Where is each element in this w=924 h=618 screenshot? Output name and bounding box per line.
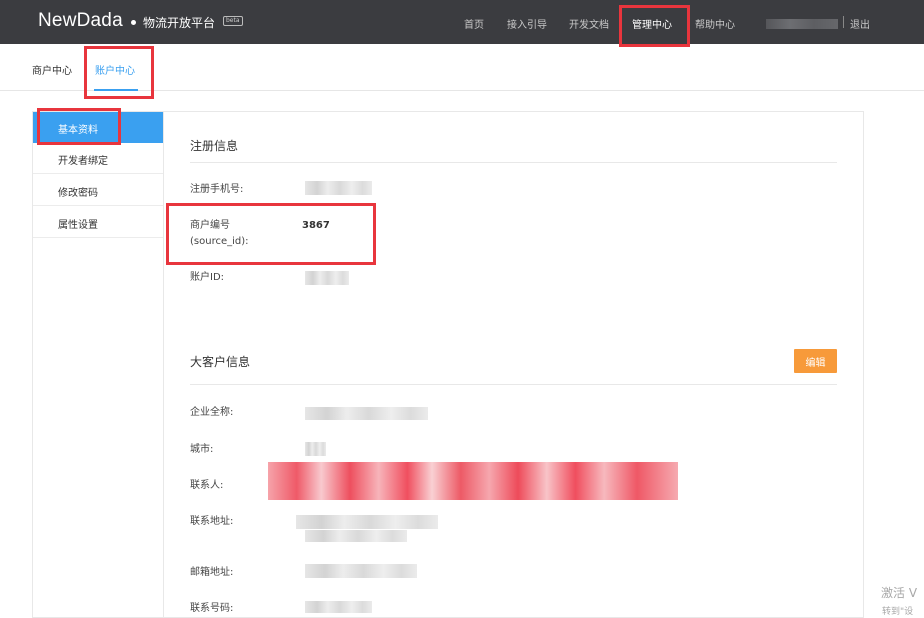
sidebar-item-change-password[interactable]: 修改密码 bbox=[33, 175, 163, 206]
logo-dot bbox=[131, 20, 136, 25]
contact-address-label: 联系地址: bbox=[190, 516, 234, 527]
registered-phone-value-blurred bbox=[305, 181, 372, 195]
beta-badge: beta bbox=[223, 16, 243, 26]
nav-dev-docs[interactable]: 开发文档 bbox=[569, 16, 609, 31]
newdada-logo[interactable]: NewDada bbox=[38, 10, 123, 32]
edit-button[interactable]: 编辑 bbox=[794, 349, 837, 373]
user-name-blurred[interactable] bbox=[766, 19, 838, 29]
contact-address-value-blurred bbox=[305, 530, 407, 542]
city-label: 城市: bbox=[190, 444, 214, 455]
contact-phone-label: 联系号码: bbox=[190, 603, 234, 614]
tab-merchant-center[interactable]: 商户中心 bbox=[32, 62, 72, 77]
nav-divider bbox=[843, 16, 844, 28]
account-id-label: 账户ID: bbox=[190, 272, 225, 283]
annotation-box-account-center bbox=[84, 46, 154, 99]
contact-phone-value-blurred bbox=[305, 601, 372, 613]
sidebar: 基本资料 开发者绑定 修改密码 属性设置 bbox=[32, 111, 164, 618]
section-divider bbox=[190, 384, 837, 385]
annotation-box-management-center bbox=[619, 5, 690, 47]
annotation-box-basic-info bbox=[37, 108, 121, 145]
activation-watermark: 激活 V bbox=[881, 586, 918, 600]
annotation-box-merchant-number bbox=[166, 203, 376, 265]
account-id-value-blurred bbox=[305, 271, 349, 285]
sidebar-item-label: 属性设置 bbox=[58, 220, 98, 231]
sidebar-item-attribute-settings[interactable]: 属性设置 bbox=[33, 207, 163, 238]
nav-home[interactable]: 首页 bbox=[464, 16, 484, 31]
mail-address-value-blurred bbox=[305, 564, 417, 578]
nav-onboarding-guide[interactable]: 接入引导 bbox=[507, 16, 547, 31]
top-navigation-bar: NewDada 物流开放平台 beta 首页 接入引导 开发文档 管理中心 帮助… bbox=[0, 0, 924, 44]
content-panel bbox=[163, 111, 864, 618]
sidebar-item-label: 开发者绑定 bbox=[58, 156, 108, 167]
registered-phone-label: 注册手机号: bbox=[190, 184, 244, 195]
company-name-label: 企业全称: bbox=[190, 407, 234, 418]
city-value-blurred bbox=[305, 442, 326, 456]
activation-watermark-subtext: 转到"设 bbox=[882, 607, 914, 617]
platform-name: 物流开放平台 bbox=[143, 16, 216, 30]
mail-address-label: 邮箱地址: bbox=[190, 567, 234, 578]
contact-person-value-blurred bbox=[268, 462, 678, 500]
section-divider bbox=[190, 162, 837, 163]
company-name-value-blurred bbox=[305, 407, 428, 420]
nav-help-center[interactable]: 帮助中心 bbox=[695, 16, 735, 31]
logout-link[interactable]: 退出 bbox=[850, 16, 870, 31]
sidebar-item-developer-binding[interactable]: 开发者绑定 bbox=[33, 143, 163, 174]
sidebar-item-label: 修改密码 bbox=[58, 188, 98, 199]
contact-person-label: 联系人: bbox=[190, 480, 224, 491]
key-account-info-title: 大客户信息 bbox=[190, 355, 251, 369]
contact-address-value-blurred bbox=[296, 515, 438, 529]
registration-info-title: 注册信息 bbox=[190, 139, 239, 153]
